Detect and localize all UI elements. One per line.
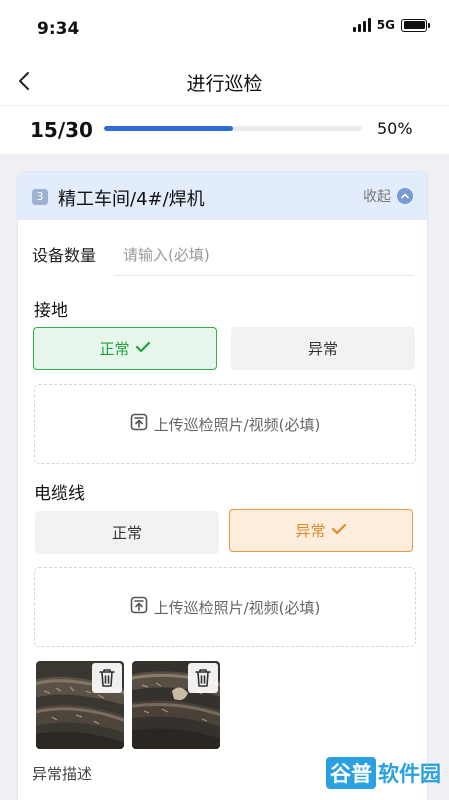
delete-photo-button[interactable] [188,663,218,693]
progress-bar [104,126,362,131]
collapse-button[interactable]: 收起 [363,186,413,206]
sequence-badge: 3 [32,189,48,205]
cable-abnormal-button[interactable]: 异常 [229,509,413,552]
cable-photo-thumbnail[interactable] [132,661,220,749]
grounding-title: 接地 [34,301,68,321]
check-icon [331,522,347,540]
chevron-up-icon [397,188,413,204]
status-time: 9:34 [37,19,80,39]
cable-title: 电缆线 [34,484,85,504]
quantity-input[interactable] [114,234,414,276]
cable-abnormal-label: 异常 [295,522,326,540]
inspection-card: 3 精工车间/4#/焊机 收起 设备数量 接地 正常 异常 上传巡检照片/视频(… [17,171,428,800]
upload-icon [130,596,148,618]
grounding-abnormal-button[interactable]: 异常 [231,327,415,370]
battery-icon [401,18,430,32]
check-icon [135,340,151,358]
quantity-label: 设备数量 [32,246,97,265]
status-indicators: 5G [352,18,430,32]
progress-percent: 50% [377,119,413,138]
cable-upload-area[interactable]: 上传巡检照片/视频(必填) [34,567,416,647]
watermark-part1: 谷普 [326,757,376,789]
page-title: 进行巡检 [186,73,263,95]
delete-photo-button[interactable] [92,663,122,693]
cable-normal-button[interactable]: 正常 [35,511,219,554]
progress-row: 15/30 50% [0,106,449,154]
cable-upload-label: 上传巡检照片/视频(必填) [153,598,321,617]
grounding-abnormal-label: 异常 [307,340,338,358]
grounding-normal-label: 正常 [99,340,130,358]
card-title: 精工车间/4#/焊机 [58,189,205,210]
nav-bar: 进行巡检 [0,58,449,106]
signal-icon [352,18,371,32]
grounding-normal-button[interactable]: 正常 [33,327,217,370]
status-bar: 9:34 5G [0,0,449,58]
trash-icon [195,669,211,687]
grounding-upload-area[interactable]: 上传巡检照片/视频(必填) [34,384,416,464]
cable-photo-thumbnail[interactable] [36,661,124,749]
abnormal-description-label: 异常描述 [32,765,93,783]
progress-count: 15/30 [30,118,93,142]
cable-normal-label: 正常 [111,524,142,542]
progress-bar-fill [104,126,233,131]
card-header: 3 精工车间/4#/焊机 收起 [18,172,427,220]
watermark-logo: 谷普 软件园 [326,757,441,789]
watermark-part2: 软件园 [378,762,441,786]
upload-icon [130,413,148,435]
grounding-upload-label: 上传巡检照片/视频(必填) [153,415,321,434]
trash-icon [99,669,115,687]
collapse-label: 收起 [363,189,391,205]
network-label: 5G [376,18,395,32]
